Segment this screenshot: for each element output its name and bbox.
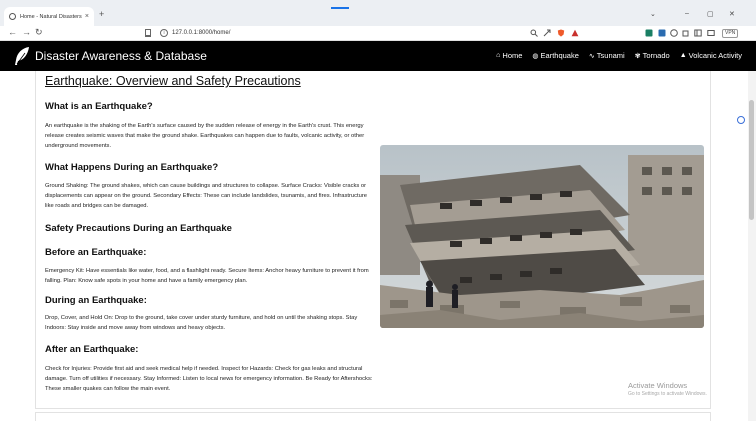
section-text: Check for Injuries: Provide first aid an… xyxy=(45,366,373,392)
tornado-icon: ✾ xyxy=(634,52,641,60)
nav-label: Earthquake xyxy=(540,51,579,60)
nav-label: Home xyxy=(502,51,523,60)
wallet-icon[interactable] xyxy=(707,29,715,37)
page-title: Earthquake: Overview and Safety Precauti… xyxy=(45,74,301,88)
section-text: An earthquake is the shaking of the Eart… xyxy=(45,123,365,149)
section-text: Emergency Kit: Have essentials like wate… xyxy=(45,268,369,284)
activate-windows-title: Activate Windows xyxy=(628,381,688,390)
minimize-button[interactable]: – xyxy=(685,10,689,17)
brave-shield-icon[interactable] xyxy=(557,29,565,37)
close-window-button[interactable]: ✕ xyxy=(729,10,735,18)
forward-icon[interactable]: → xyxy=(22,27,31,37)
puzzle-icon[interactable] xyxy=(682,29,690,37)
section-heading: Safety Precautions During an Earthquake xyxy=(45,223,232,234)
tab-search-icon[interactable]: ⌄ xyxy=(650,10,656,18)
activate-windows-subtitle: Go to Settings to activate Windows. xyxy=(628,391,707,397)
earthquake-damage-image xyxy=(380,145,704,328)
globe-icon: ◍ xyxy=(532,52,539,60)
reload-icon[interactable]: ↻ xyxy=(35,27,43,38)
share-icon[interactable] xyxy=(543,29,551,37)
extension-icon[interactable] xyxy=(670,29,678,37)
site-navbar: Disaster Awareness & Database ⌂ Home ◍ Ear… xyxy=(0,41,756,71)
back-icon[interactable]: ← xyxy=(8,27,17,37)
vpn-button[interactable]: VPN xyxy=(722,29,739,38)
nav-label: Tsunami xyxy=(596,51,625,60)
new-tab-button[interactable]: + xyxy=(99,9,104,19)
nav-tornado[interactable]: ✾ Tornado xyxy=(635,51,670,60)
extension-icon[interactable] xyxy=(645,29,653,37)
address-bar: ← → ↻ i 127.0.0.1:8000/home/ VPN xyxy=(0,26,756,41)
section-heading: After an Earthquake: xyxy=(45,344,139,355)
section-text: Ground Shaking: The ground shakes, which… xyxy=(45,183,368,209)
nav-label: Volcanic Activity xyxy=(688,51,742,60)
tab-indicator xyxy=(331,7,349,9)
wave-icon: ∿ xyxy=(588,52,595,60)
tab-title: Home - Natural Disasters Datab xyxy=(20,13,82,20)
scrollbar-thumb[interactable] xyxy=(749,100,754,220)
section-heading: What is an Earthquake? xyxy=(45,101,153,112)
nav-tsunami[interactable]: ∿ Tsunami xyxy=(589,51,625,60)
extension-icon[interactable] xyxy=(658,29,666,37)
nav-home[interactable]: ⌂ Home xyxy=(496,51,522,60)
globe-icon xyxy=(9,13,16,20)
browser-tab-bar: Home - Natural Disasters Datab × + ⌄ – ▢… xyxy=(0,0,756,26)
section-heading: Before an Earthquake: xyxy=(45,247,147,258)
nav-earthquake[interactable]: ◍ Earthquake xyxy=(532,51,578,60)
maximize-button[interactable]: ▢ xyxy=(707,10,714,18)
zoom-icon[interactable] xyxy=(530,29,538,37)
tab-close-icon[interactable]: × xyxy=(85,13,89,20)
section-heading: During an Earthquake: xyxy=(45,295,147,306)
nav-links: ⌂ Home ◍ Earthquake ∿ Tsunami ✾ Tornado ▲ Vol… xyxy=(496,51,742,60)
feather-icon xyxy=(15,47,29,65)
site-brand[interactable]: Disaster Awareness & Database xyxy=(35,49,207,63)
mountain-icon: ▲ xyxy=(679,52,687,59)
bookmark-icon[interactable] xyxy=(145,29,151,37)
browser-tab[interactable]: Home - Natural Disasters Datab × xyxy=(4,7,94,26)
home-icon: ⌂ xyxy=(496,52,501,59)
url-input[interactable]: 127.0.0.1:8000/home/ xyxy=(172,28,230,39)
rewards-icon[interactable] xyxy=(571,29,579,37)
section-text: Drop, Cover, and Hold On: Drop to the gr… xyxy=(45,315,358,331)
nav-label: Tornado xyxy=(642,51,670,60)
sidebar-icon[interactable] xyxy=(694,29,702,37)
nav-volcanic-activity[interactable]: ▲ Volcanic Activity xyxy=(680,51,742,60)
section-heading: What Happens During an Earthquake? xyxy=(45,162,219,173)
next-card xyxy=(35,412,711,421)
translate-icon[interactable] xyxy=(737,116,745,124)
site-info-icon[interactable]: i xyxy=(160,29,168,37)
